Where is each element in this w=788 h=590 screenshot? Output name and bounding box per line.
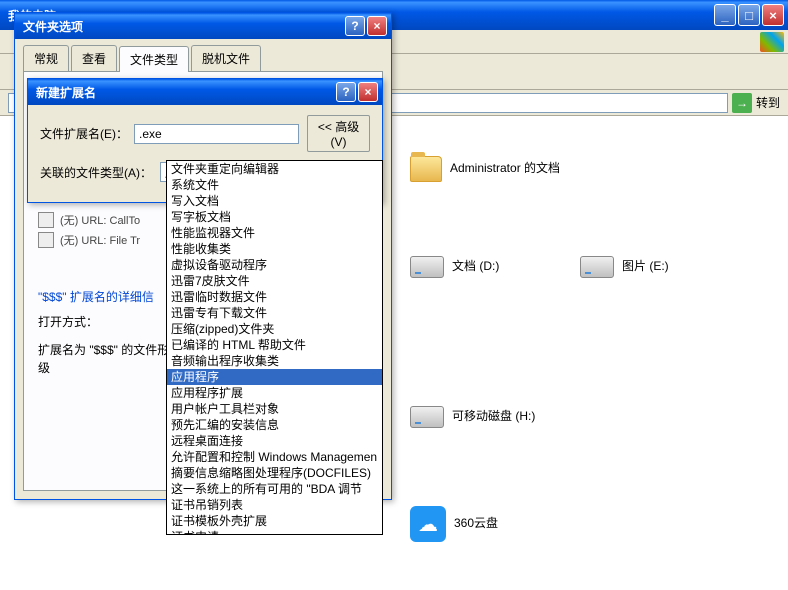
- advanced-button[interactable]: << 高级(V): [307, 115, 370, 152]
- list-item: (无) URL: CallTo: [60, 212, 140, 228]
- dropdown-item[interactable]: 预先汇编的安装信息: [167, 417, 382, 433]
- tab-view[interactable]: 查看: [71, 45, 117, 71]
- tab-offline[interactable]: 脱机文件: [191, 45, 261, 71]
- dropdown-item[interactable]: 这一系统上的所有可用的 "BDA 调节: [167, 481, 382, 497]
- maximize-button[interactable]: □: [738, 4, 760, 26]
- dropdown-item[interactable]: 写入文档: [167, 193, 382, 209]
- dropdown-item[interactable]: 证书模板外壳扩展: [167, 513, 382, 529]
- drive-d[interactable]: 文档 (D:): [410, 256, 499, 278]
- windows-logo-icon: [760, 32, 784, 52]
- dropdown-item[interactable]: 迅雷7皮肤文件: [167, 273, 382, 289]
- close-button[interactable]: ×: [358, 82, 378, 102]
- extension-input[interactable]: [134, 124, 299, 144]
- drive-h[interactable]: 可移动磁盘 (H:): [410, 406, 535, 428]
- folder-options-title: 文件夹选项: [19, 18, 343, 35]
- dropdown-item[interactable]: 文件夹重定向编辑器: [167, 161, 382, 177]
- go-button-icon[interactable]: →: [732, 93, 752, 113]
- dropdown-item[interactable]: 摘要信息缩略图处理程序(DOCFILES): [167, 465, 382, 481]
- dropdown-item[interactable]: 允许配置和控制 Windows Managemen: [167, 449, 382, 465]
- dropdown-item[interactable]: 远程桌面连接: [167, 433, 382, 449]
- drive-e[interactable]: 图片 (E:): [580, 256, 669, 278]
- file-type-icon: [38, 232, 54, 248]
- dropdown-item[interactable]: 用户帐户工具栏对象: [167, 401, 382, 417]
- dropdown-item[interactable]: 性能收集类: [167, 241, 382, 257]
- dropdown-item[interactable]: 压缩(zipped)文件夹: [167, 321, 382, 337]
- folder-icon: [410, 156, 442, 182]
- dropdown-item[interactable]: 证书吊销列表: [167, 497, 382, 513]
- dropdown-item[interactable]: 写字板文档: [167, 209, 382, 225]
- item-label: Administrator 的文档: [450, 161, 560, 177]
- extension-label: 文件扩展名(E)：: [40, 125, 134, 142]
- file-type-icon: [38, 212, 54, 228]
- close-button[interactable]: ×: [367, 16, 387, 36]
- item-label: 可移动磁盘 (H:): [452, 409, 535, 425]
- dropdown-item[interactable]: 迅雷临时数据文件: [167, 289, 382, 305]
- item-label: 360云盘: [454, 516, 498, 532]
- dropdown-item[interactable]: 证书申请: [167, 529, 382, 535]
- list-item: (无) URL: File Tr: [60, 232, 140, 248]
- minimize-button[interactable]: _: [714, 4, 736, 26]
- new-extension-title: 新建扩展名: [32, 84, 334, 101]
- folder-options-titlebar: 文件夹选项 ? ×: [15, 13, 391, 39]
- cloud-icon: ☁: [410, 506, 446, 542]
- tab-general[interactable]: 常规: [23, 45, 69, 71]
- go-label: 转到: [756, 94, 780, 111]
- drive-icon: [410, 406, 444, 428]
- folder-admin-docs[interactable]: Administrator 的文档: [410, 156, 560, 182]
- item-label: 文档 (D:): [452, 259, 499, 275]
- dropdown-item[interactable]: 迅雷专有下载文件: [167, 305, 382, 321]
- dropdown-item[interactable]: 虚拟设备驱动程序: [167, 257, 382, 273]
- cloud-drive[interactable]: ☁ 360云盘: [410, 506, 498, 542]
- help-button[interactable]: ?: [345, 16, 365, 36]
- filetype-dropdown[interactable]: 文件夹重定向编辑器系统文件写入文档写字板文档性能监视器文件性能收集类虚拟设备驱动…: [166, 160, 383, 535]
- dropdown-item[interactable]: 音频输出程序收集类: [167, 353, 382, 369]
- filetype-label: 关联的文件类型(A)：: [40, 164, 160, 181]
- tabstrip: 常规 查看 文件类型 脱机文件: [15, 39, 391, 71]
- dropdown-item[interactable]: 应用程序: [167, 369, 382, 385]
- item-label: 图片 (E:): [622, 259, 669, 275]
- drive-icon: [410, 256, 444, 278]
- dropdown-item[interactable]: 性能监视器文件: [167, 225, 382, 241]
- dropdown-item[interactable]: 应用程序扩展: [167, 385, 382, 401]
- dropdown-item[interactable]: 已编译的 HTML 帮助文件: [167, 337, 382, 353]
- drive-icon: [580, 256, 614, 278]
- close-button[interactable]: ×: [762, 4, 784, 26]
- new-extension-titlebar: 新建扩展名 ? ×: [28, 79, 382, 105]
- dropdown-item[interactable]: 系统文件: [167, 177, 382, 193]
- help-button[interactable]: ?: [336, 82, 356, 102]
- tab-filetypes[interactable]: 文件类型: [119, 46, 189, 72]
